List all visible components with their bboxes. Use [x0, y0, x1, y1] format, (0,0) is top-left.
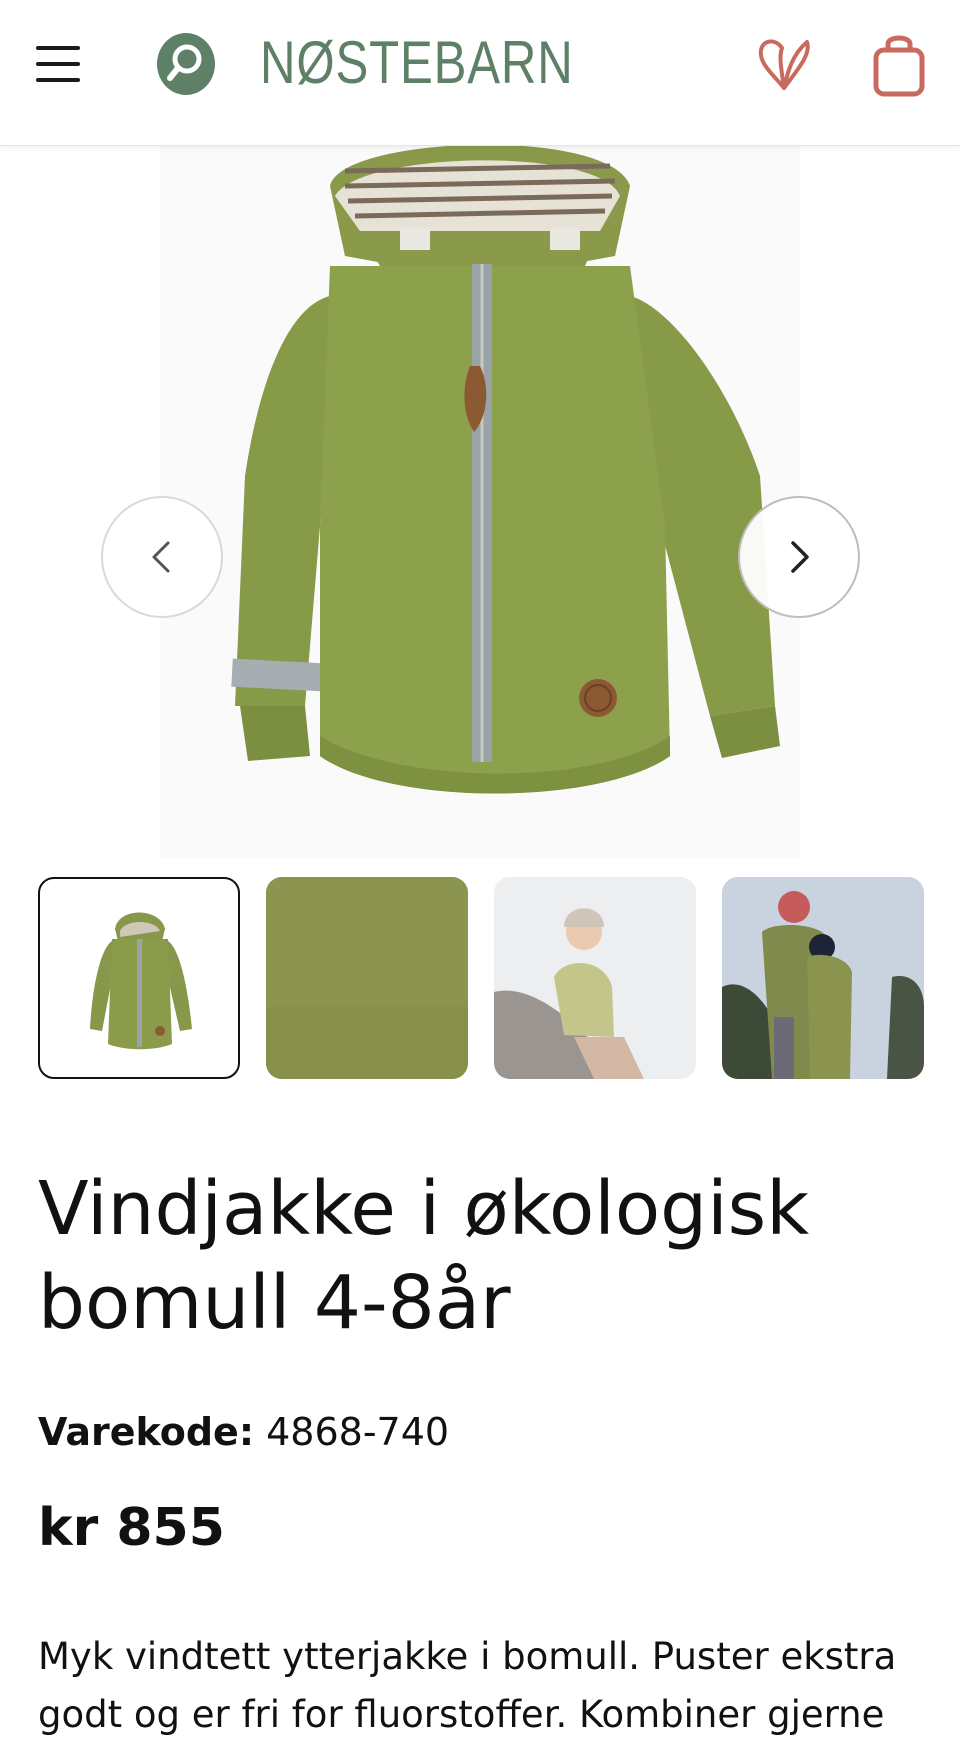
- brand-name: NØSTEBARN: [260, 28, 574, 96]
- product-description: Myk vindtett ytterjakke i bomull. Puster…: [38, 1635, 897, 1736]
- jacket-thumbnail-image: [90, 912, 192, 1050]
- fabric-swatch-image: [266, 877, 468, 1079]
- children-outdoors-image: [722, 877, 924, 1079]
- thumbnail-strip: [38, 877, 924, 1079]
- brand-logo[interactable]: NØSTEBARN: [248, 22, 628, 102]
- search-button[interactable]: [157, 33, 215, 95]
- menu-bar: [36, 78, 80, 82]
- sku-label: Varekode:: [38, 1410, 255, 1454]
- sku-value: 4868-740: [266, 1410, 450, 1454]
- thumbnail-children-outdoors[interactable]: [722, 877, 924, 1079]
- wishlist-button[interactable]: [755, 34, 813, 94]
- shopping-bag-icon: [873, 35, 925, 97]
- site-header: NØSTEBARN: [0, 0, 960, 146]
- carousel-prev-button[interactable]: [101, 496, 223, 618]
- chevron-right-icon: [791, 541, 809, 573]
- menu-bar: [36, 46, 80, 50]
- child-on-rock-image: [494, 877, 696, 1079]
- heart-icon: [758, 39, 810, 90]
- menu-bar: [36, 62, 80, 66]
- product-title: Vindjakke i økologisk bomull 4-8år: [38, 1166, 810, 1346]
- carousel-next-button[interactable]: [738, 496, 860, 618]
- thumbnail-jacket-product[interactable]: [38, 877, 240, 1079]
- chevron-left-icon: [152, 541, 170, 573]
- thumbnail-fabric-swatch[interactable]: [266, 877, 468, 1079]
- product-sku: Varekode: 4868-740: [38, 1410, 449, 1454]
- product-price: kr 855: [38, 1498, 225, 1558]
- hamburger-menu-button[interactable]: [34, 42, 82, 86]
- cart-button[interactable]: [873, 30, 925, 98]
- thumbnail-child-on-rock[interactable]: [494, 877, 696, 1079]
- search-icon: [167, 44, 202, 81]
- product-image-carousel[interactable]: [0, 146, 960, 858]
